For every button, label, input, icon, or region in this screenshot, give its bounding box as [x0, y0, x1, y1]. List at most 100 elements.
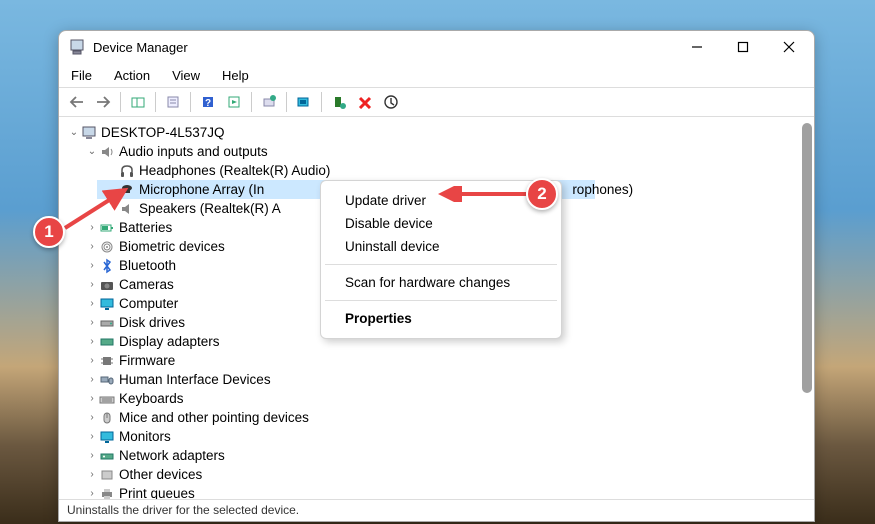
- chevron-down-icon[interactable]: ⌄: [67, 123, 81, 142]
- toolbar-separator: [155, 92, 156, 112]
- window-controls: [674, 31, 812, 63]
- scan-hardware-button[interactable]: [292, 90, 316, 114]
- chip-icon: [99, 353, 115, 369]
- chevron-right-icon[interactable]: ›: [85, 427, 99, 446]
- callout-1: 1: [33, 216, 65, 248]
- battery-icon: [99, 220, 115, 236]
- category-audio[interactable]: ⌄ Audio inputs and outputs: [67, 142, 812, 161]
- category-monitors[interactable]: › Monitors: [67, 427, 812, 446]
- category-mice[interactable]: › Mice and other pointing devices: [67, 408, 812, 427]
- menu-help[interactable]: Help: [218, 66, 253, 85]
- toolbar-separator: [120, 92, 121, 112]
- menu-separator: [325, 300, 557, 301]
- monitor-icon: [99, 429, 115, 445]
- device-headphones[interactable]: Headphones (Realtek(R) Audio): [67, 161, 812, 180]
- category-label: Audio inputs and outputs: [119, 142, 268, 161]
- category-label: Mice and other pointing devices: [119, 408, 309, 427]
- window-title: Device Manager: [93, 40, 674, 55]
- status-text: Uninstalls the driver for the selected d…: [67, 503, 299, 517]
- category-label: Biometric devices: [119, 237, 225, 256]
- category-hid[interactable]: › Human Interface Devices: [67, 370, 812, 389]
- chevron-down-icon[interactable]: ⌄: [85, 142, 99, 161]
- chevron-right-icon[interactable]: ›: [85, 351, 99, 370]
- minimize-button[interactable]: [674, 31, 720, 63]
- mouse-icon: [99, 410, 115, 426]
- chevron-right-icon[interactable]: ›: [85, 370, 99, 389]
- chevron-right-icon[interactable]: ›: [85, 237, 99, 256]
- category-label: Bluetooth: [119, 256, 176, 275]
- other-devices-icon: [99, 467, 115, 483]
- toolbar-separator: [286, 92, 287, 112]
- computer-icon: [81, 125, 97, 141]
- device-label: Headphones (Realtek(R) Audio): [139, 161, 330, 180]
- category-keyboards[interactable]: › Keyboards: [67, 389, 812, 408]
- menu-action[interactable]: Action: [110, 66, 154, 85]
- enable-button[interactable]: [327, 90, 351, 114]
- menu-item-disable-device[interactable]: Disable device: [321, 212, 561, 235]
- category-label: Firmware: [119, 351, 175, 370]
- menu-item-properties[interactable]: Properties: [321, 307, 561, 330]
- close-button[interactable]: [766, 31, 812, 63]
- maximize-button[interactable]: [720, 31, 766, 63]
- disable-button[interactable]: [379, 90, 403, 114]
- chevron-right-icon[interactable]: ›: [85, 446, 99, 465]
- category-label: Other devices: [119, 465, 202, 484]
- category-network[interactable]: › Network adapters: [67, 446, 812, 465]
- chevron-right-icon[interactable]: ›: [85, 218, 99, 237]
- menu-item-update-driver[interactable]: Update driver: [321, 189, 561, 212]
- keyboard-icon: [99, 391, 115, 407]
- chevron-right-icon[interactable]: ›: [85, 275, 99, 294]
- toolbar-separator: [190, 92, 191, 112]
- menu-item-scan-hardware[interactable]: Scan for hardware changes: [321, 271, 561, 294]
- forward-button[interactable]: [91, 90, 115, 114]
- hid-icon: [99, 372, 115, 388]
- category-label: Monitors: [119, 427, 171, 446]
- category-other[interactable]: › Other devices: [67, 465, 812, 484]
- context-menu: Update driver Disable device Uninstall d…: [320, 180, 562, 339]
- speaker-icon: [99, 144, 115, 160]
- menu-separator: [325, 264, 557, 265]
- chevron-right-icon[interactable]: ›: [85, 408, 99, 427]
- chevron-right-icon[interactable]: ›: [85, 484, 99, 499]
- speaker-icon: [119, 201, 135, 217]
- printer-icon: [99, 486, 115, 500]
- headphones-icon: [119, 163, 135, 179]
- category-label: Human Interface Devices: [119, 370, 271, 389]
- chevron-right-icon[interactable]: ›: [85, 465, 99, 484]
- back-button[interactable]: [65, 90, 89, 114]
- menu-view[interactable]: View: [168, 66, 204, 85]
- category-firmware[interactable]: › Firmware: [67, 351, 812, 370]
- category-label: Keyboards: [119, 389, 184, 408]
- action-button[interactable]: [222, 90, 246, 114]
- category-label: Network adapters: [119, 446, 225, 465]
- menubar: File Action View Help: [59, 63, 814, 87]
- category-print[interactable]: ›Print queues: [67, 484, 812, 499]
- chevron-right-icon[interactable]: ›: [85, 389, 99, 408]
- chevron-right-icon[interactable]: ›: [85, 256, 99, 275]
- show-hide-tree-button[interactable]: [126, 90, 150, 114]
- update-driver-button[interactable]: [257, 90, 281, 114]
- category-label: Batteries: [119, 218, 172, 237]
- statusbar: Uninstalls the driver for the selected d…: [59, 499, 814, 521]
- uninstall-button[interactable]: [353, 90, 377, 114]
- microphone-icon: [119, 182, 135, 198]
- chevron-right-icon[interactable]: ›: [85, 313, 99, 332]
- device-label: Speakers (Realtek(R) A: [139, 199, 281, 218]
- chevron-right-icon[interactable]: ›: [85, 332, 99, 351]
- properties-button[interactable]: [161, 90, 185, 114]
- root-node[interactable]: ⌄ DESKTOP-4L537JQ: [67, 123, 812, 142]
- chevron-right-icon[interactable]: ›: [85, 294, 99, 313]
- titlebar: Device Manager: [59, 31, 814, 63]
- camera-icon: [99, 277, 115, 293]
- menu-item-uninstall-device[interactable]: Uninstall device: [321, 235, 561, 258]
- monitor-icon: [99, 296, 115, 312]
- category-label: Computer: [119, 294, 178, 313]
- category-label: Cameras: [119, 275, 174, 294]
- svg-text:?: ?: [205, 98, 211, 109]
- root-label: DESKTOP-4L537JQ: [101, 123, 225, 142]
- toolbar-separator: [251, 92, 252, 112]
- bluetooth-icon: [99, 258, 115, 274]
- menu-file[interactable]: File: [67, 66, 96, 85]
- help-button[interactable]: ?: [196, 90, 220, 114]
- fingerprint-icon: [99, 239, 115, 255]
